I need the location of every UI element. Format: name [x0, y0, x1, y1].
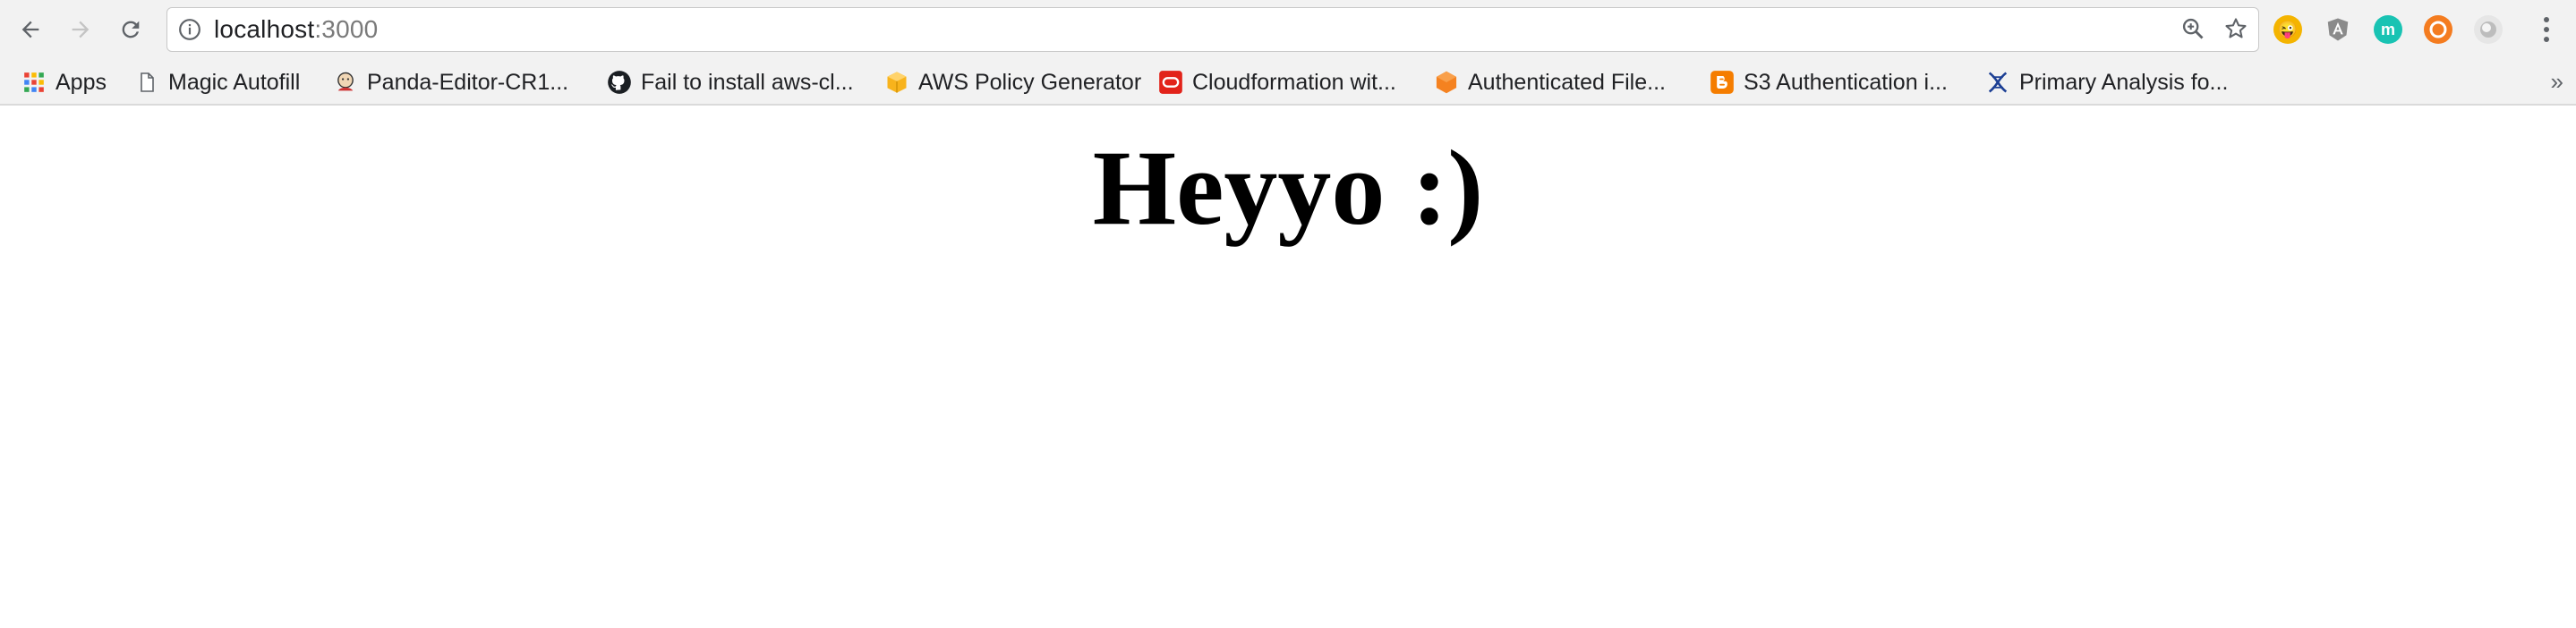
- bookmark-label: Primary Analysis fo...: [2019, 69, 2229, 95]
- back-button[interactable]: [13, 12, 48, 47]
- omnibox-actions: [2179, 15, 2249, 42]
- oracle-icon: [1158, 70, 1183, 95]
- bookmark-apps[interactable]: Apps: [21, 64, 107, 100]
- m-extension-icon[interactable]: m: [2374, 15, 2402, 44]
- github-icon: [607, 70, 632, 95]
- forward-button[interactable]: [63, 12, 98, 47]
- url-port: :3000: [314, 15, 379, 43]
- bookmarks-bar: Apps Magic Autofill Panda-Editor-CR1... …: [0, 59, 2576, 106]
- star-icon[interactable]: [2222, 15, 2249, 42]
- bookmarks-overflow-button[interactable]: »: [2551, 68, 2563, 96]
- bookmark-cloudformation[interactable]: Cloudformation wit...: [1158, 64, 1396, 100]
- bookmark-label: Apps: [55, 69, 107, 95]
- reload-button[interactable]: [113, 12, 149, 47]
- browser-toolbar: localhost:3000 😜 m: [0, 0, 2576, 59]
- bookmark-authenticated-file[interactable]: Authenticated File...: [1434, 64, 1666, 100]
- page-heading: Heyyo :): [1092, 128, 1484, 247]
- bookmark-aws-policy-generator[interactable]: AWS Policy Generator: [884, 64, 1141, 100]
- jenkins-icon: [333, 70, 358, 95]
- circle-extension-icon[interactable]: [2474, 15, 2503, 44]
- blogger-icon: [1710, 70, 1735, 95]
- zoom-icon[interactable]: [2179, 15, 2206, 42]
- bookmark-fail-to-install[interactable]: Fail to install aws-cl...: [607, 64, 854, 100]
- bookmark-label: Cloudformation wit...: [1192, 69, 1396, 95]
- extensions-area: 😜 m: [2273, 13, 2503, 47]
- page-icon: [134, 70, 159, 95]
- lifebuoy-extension-icon[interactable]: [2424, 15, 2452, 44]
- url-text[interactable]: localhost:3000: [214, 15, 378, 44]
- bookmark-label: AWS Policy Generator: [918, 69, 1142, 95]
- bookmark-magic-autofill[interactable]: Magic Autofill: [134, 64, 300, 100]
- forward-arrow-icon: [72, 21, 90, 38]
- bookmark-primary-analysis[interactable]: Primary Analysis fo...: [1985, 64, 2228, 100]
- menu-dots-icon[interactable]: [2533, 13, 2560, 47]
- bookmark-label: Authenticated File...: [1468, 69, 1666, 95]
- bookmark-label: Magic Autofill: [168, 69, 301, 95]
- bookmark-label: Fail to install aws-cl...: [641, 69, 854, 95]
- apps-grid-icon: [21, 70, 47, 95]
- bookmark-label: Panda-Editor-CR1...: [367, 69, 569, 95]
- reload-icon: [122, 21, 140, 38]
- bookmark-s3-authentication[interactable]: S3 Authentication i...: [1710, 64, 1948, 100]
- hexagon-icon: [1434, 70, 1459, 95]
- bookmark-label: S3 Authentication i...: [1744, 69, 1948, 95]
- bookmark-panda-editor[interactable]: Panda-Editor-CR1...: [333, 64, 568, 100]
- emoji-extension-icon[interactable]: 😜: [2273, 15, 2302, 44]
- aws-cube-icon: [884, 70, 909, 95]
- url-host: localhost: [214, 15, 315, 43]
- angular-extension-icon[interactable]: [2324, 15, 2352, 44]
- dna-icon: [1985, 70, 2010, 95]
- page-content: Heyyo :): [0, 106, 2576, 628]
- info-icon[interactable]: [178, 18, 201, 41]
- back-arrow-icon: [21, 21, 39, 38]
- address-bar[interactable]: localhost:3000: [166, 7, 2259, 52]
